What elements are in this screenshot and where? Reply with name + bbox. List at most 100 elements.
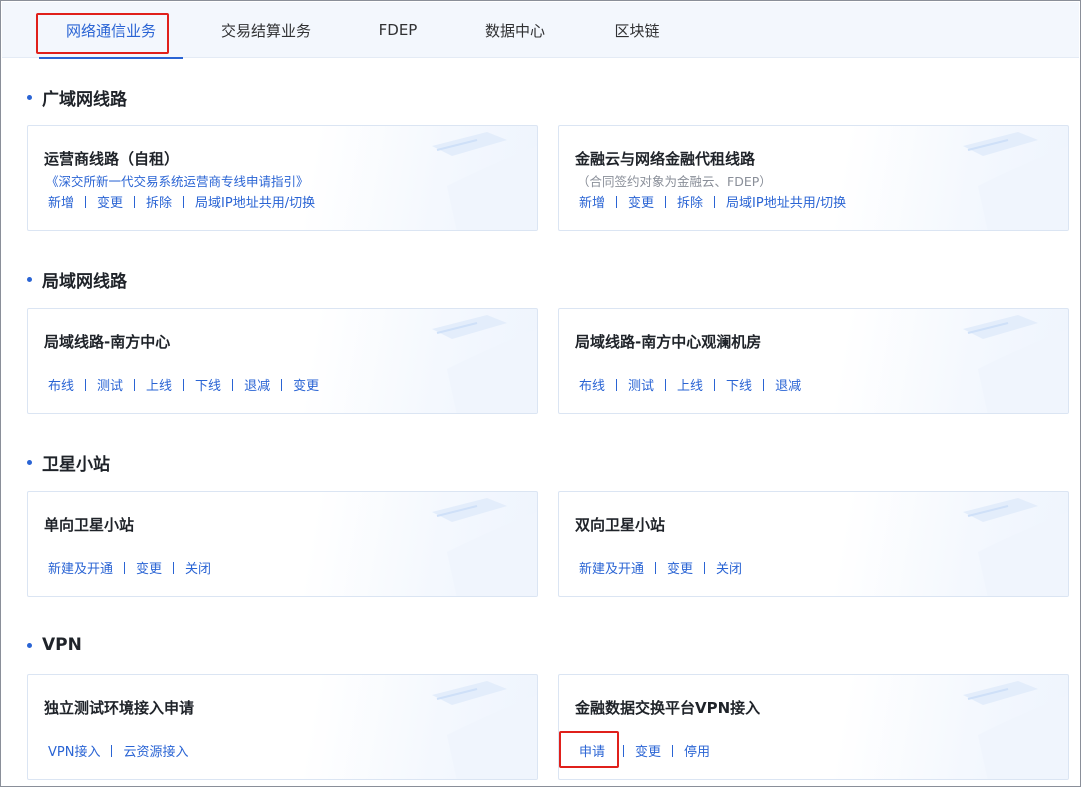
tab-network-communication[interactable]: 网络通信业务 <box>39 2 183 59</box>
action-change[interactable]: 变更 <box>628 192 654 211</box>
section-title-wan: 广域网线路 <box>27 86 127 110</box>
action-remove[interactable]: 拆除 <box>146 192 172 211</box>
tab-data-center[interactable]: 数据中心 <box>468 2 562 58</box>
action-close[interactable]: 关闭 <box>185 558 211 577</box>
tab-bar: 网络通信业务 交易结算业务 FDEP 数据中心 区块链 <box>2 2 1079 59</box>
card-test-env-access: 独立测试环境接入申请 VPN接入 云资源接入 <box>27 674 538 780</box>
action-add[interactable]: 新增 <box>579 192 605 211</box>
card-one-way-satellite: 单向卫星小站 新建及开通 变更 关闭 <box>27 491 538 597</box>
tab-trading-settlement[interactable]: 交易结算业务 <box>198 2 334 58</box>
card-decoration-icon <box>963 132 1068 230</box>
card-actions: 新建及开通 变更 关闭 <box>48 558 211 577</box>
action-change[interactable]: 变更 <box>635 741 661 760</box>
section-title-text: 局域网线路 <box>42 271 127 292</box>
card-lan-south-center: 局域线路-南方中心 布线 测试 上线 下线 退减 变更 <box>27 308 538 414</box>
section-title-satellite: 卫星小站 <box>27 451 110 475</box>
section-title-text: VPN <box>42 635 82 655</box>
card-title: 单向卫星小站 <box>44 516 135 534</box>
action-add[interactable]: 新增 <box>48 192 74 211</box>
card-title: 局域线路-南方中心 <box>44 333 171 351</box>
card-financial-cloud-line: 金融云与网络金融代租线路 （合同签约对象为金融云、FDEP） 新增 变更 拆除 … <box>558 125 1069 231</box>
card-actions: 申请 变更 停用 <box>579 741 710 760</box>
tab-blockchain[interactable]: 区块链 <box>598 2 676 58</box>
action-change[interactable]: 变更 <box>97 192 123 211</box>
divider <box>173 561 175 574</box>
card-actions: 新增 变更 拆除 局域IP地址共用/切换 <box>48 192 315 211</box>
action-ip-share-switch[interactable]: 局域IP地址共用/切换 <box>726 192 846 211</box>
divider <box>111 744 113 757</box>
action-vpn-access[interactable]: VPN接入 <box>48 741 100 760</box>
divider <box>623 744 625 757</box>
section-bullet-icon <box>27 459 32 465</box>
action-ip-share-switch[interactable]: 局域IP地址共用/切换 <box>195 192 315 211</box>
card-decoration-icon <box>432 681 537 779</box>
card-title: 局域线路-南方中心观澜机房 <box>575 333 762 351</box>
divider <box>704 561 706 574</box>
action-cloud-resource-access[interactable]: 云资源接入 <box>123 741 188 760</box>
divider <box>232 378 234 391</box>
card-actions: VPN接入 云资源接入 <box>48 741 188 760</box>
card-decoration-icon <box>432 132 537 230</box>
action-apply[interactable]: 申请 <box>579 741 605 760</box>
action-online[interactable]: 上线 <box>677 375 703 394</box>
divider <box>183 378 185 391</box>
action-remove[interactable]: 拆除 <box>677 192 703 211</box>
action-reduce[interactable]: 退减 <box>244 375 270 394</box>
card-title: 运营商线路（自租） <box>44 150 180 168</box>
action-reduce[interactable]: 退减 <box>775 375 801 394</box>
guide-link[interactable]: 《深交所新一代交易系统运营商专线申请指引》 <box>46 171 309 190</box>
divider <box>134 378 136 391</box>
divider <box>183 195 185 208</box>
section-title-vpn: VPN <box>27 634 82 656</box>
action-offline[interactable]: 下线 <box>195 375 221 394</box>
divider <box>616 195 618 208</box>
divider <box>281 378 283 391</box>
divider <box>134 195 136 208</box>
action-offline[interactable]: 下线 <box>726 375 752 394</box>
action-create-activate[interactable]: 新建及开通 <box>579 558 644 577</box>
divider <box>665 378 667 391</box>
card-fdep-vpn-access: 金融数据交换平台VPN接入 申请 变更 停用 <box>558 674 1069 780</box>
section-bullet-icon <box>27 276 32 282</box>
card-two-way-satellite: 双向卫星小站 新建及开通 变更 关闭 <box>558 491 1069 597</box>
card-actions: 布线 测试 上线 下线 退减 变更 <box>48 375 319 394</box>
action-change[interactable]: 变更 <box>136 558 162 577</box>
action-test[interactable]: 测试 <box>97 375 123 394</box>
card-decoration-icon <box>432 315 537 413</box>
card-actions: 新建及开通 变更 关闭 <box>579 558 742 577</box>
divider <box>85 378 87 391</box>
card-lan-guanlan: 局域线路-南方中心观澜机房 布线 测试 上线 下线 退减 <box>558 308 1069 414</box>
card-note: （合同签约对象为金融云、FDEP） <box>577 174 772 189</box>
action-create-activate[interactable]: 新建及开通 <box>48 558 113 577</box>
card-decoration-icon <box>963 498 1068 596</box>
action-disable[interactable]: 停用 <box>684 741 710 760</box>
divider <box>763 378 765 391</box>
card-carrier-line: 运营商线路（自租） 《深交所新一代交易系统运营商专线申请指引》 新增 变更 拆除… <box>27 125 538 231</box>
action-change[interactable]: 变更 <box>293 375 319 394</box>
divider <box>714 378 716 391</box>
section-bullet-icon <box>27 94 32 100</box>
page-frame: 网络通信业务 交易结算业务 FDEP 数据中心 区块链 广域网线路 运营商线路（… <box>0 0 1081 787</box>
action-cabling[interactable]: 布线 <box>579 375 605 394</box>
section-title-text: 广域网线路 <box>42 89 127 110</box>
card-actions: 新增 变更 拆除 局域IP地址共用/切换 <box>579 192 846 211</box>
action-cabling[interactable]: 布线 <box>48 375 74 394</box>
card-actions: 布线 测试 上线 下线 退减 <box>579 375 801 394</box>
section-title-lan: 局域网线路 <box>27 268 127 292</box>
card-title: 金融云与网络金融代租线路 <box>575 150 756 168</box>
divider <box>672 744 674 757</box>
card-decoration-icon <box>432 498 537 596</box>
section-title-text: 卫星小站 <box>42 454 110 475</box>
card-title: 金融数据交换平台VPN接入 <box>575 699 761 717</box>
action-test[interactable]: 测试 <box>628 375 654 394</box>
divider <box>124 561 126 574</box>
action-close[interactable]: 关闭 <box>716 558 742 577</box>
divider <box>616 378 618 391</box>
card-decoration-icon <box>963 681 1068 779</box>
action-online[interactable]: 上线 <box>146 375 172 394</box>
section-bullet-icon <box>27 642 32 648</box>
action-change[interactable]: 变更 <box>667 558 693 577</box>
card-decoration-icon <box>963 315 1068 413</box>
card-title: 独立测试环境接入申请 <box>44 699 195 717</box>
tab-fdep[interactable]: FDEP <box>358 2 438 58</box>
